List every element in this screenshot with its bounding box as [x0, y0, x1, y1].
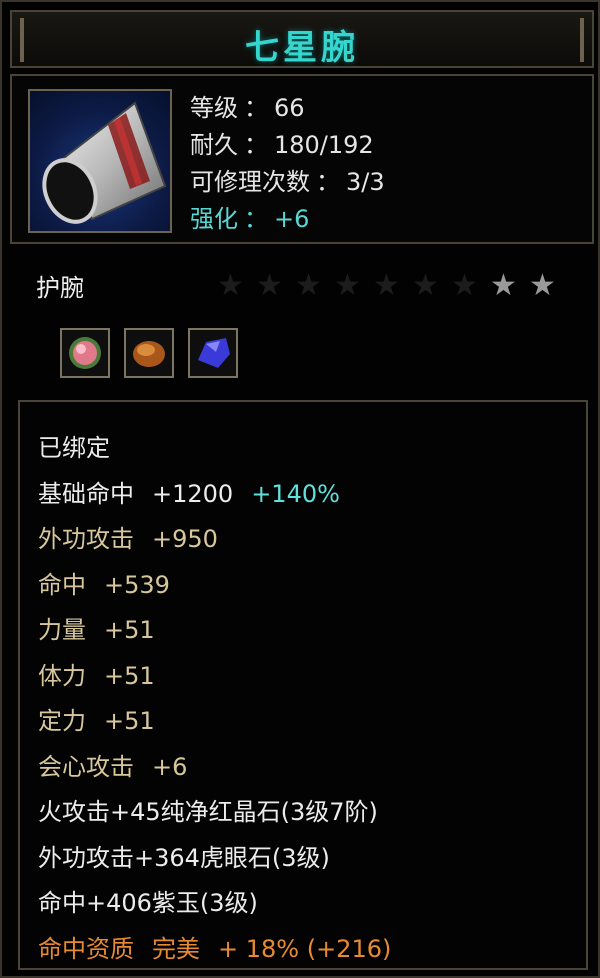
star-empty-icon: ★ [295, 268, 322, 303]
item-title: 七星腕 [245, 28, 359, 68]
attribute-list: 已绑定 基础命中 +1200 +140% 外功攻击 +950 命中 +539 力量 +51… [38, 428, 391, 974]
repair-value: 3/3 [346, 168, 385, 196]
enhance-row: 强化： +6 [190, 205, 310, 233]
star-filled-icon: ★ [529, 268, 556, 303]
durability-value: 180/192 [274, 131, 374, 159]
level-value: 66 [274, 94, 305, 122]
enhance-label: 强化 [190, 205, 238, 233]
quality-row: 命中资质 完美 + 18% (+216) [38, 934, 392, 963]
attribute-panel: 已绑定 基础命中 +1200 +140% 外功攻击 +950 命中 +539 力量 +51… [18, 400, 588, 970]
repair-label: 可修理次数 [190, 168, 310, 196]
title-bar: 七星腕 [10, 10, 594, 68]
strength-row: 力量 +51 [38, 616, 155, 644]
repair-row: 可修理次数： 3/3 [190, 168, 385, 196]
bracer-icon [28, 89, 172, 233]
item-header: 等级： 66 耐久： 180/192 可修理次数： 3/3 强化： +6 [10, 74, 594, 244]
durability-row: 耐久： 180/192 [190, 131, 374, 159]
star-empty-icon: ★ [373, 268, 400, 303]
tiger-eye-stone-icon[interactable] [124, 328, 174, 378]
star-empty-icon: ★ [217, 268, 244, 303]
ext-attack-row: 外功攻击 +950 [38, 525, 218, 553]
item-subtype: 护腕 [36, 274, 84, 302]
gem-bonus-1: 火攻击+45纯净红晶石(3级7阶) [38, 798, 378, 826]
gem-sockets [60, 328, 238, 378]
title-ornament-right [580, 18, 584, 62]
focus-row: 定力 +51 [38, 707, 155, 735]
star-empty-icon: ★ [256, 268, 283, 303]
durability-label: 耐久 [190, 131, 238, 159]
bound-status: 已绑定 [38, 434, 110, 462]
star-empty-icon: ★ [451, 268, 478, 303]
star-filled-icon: ★ [490, 268, 517, 303]
purple-jade-icon[interactable] [188, 328, 238, 378]
item-tooltip: 七星腕 等级： 66 耐久 ： 180/192 可修理次数 ： 3/3 强化 ：… [0, 0, 600, 978]
crit-row: 会心攻击 +6 [38, 752, 188, 781]
gem-bonus-2: 外功攻击+364虎眼石(3级) [38, 843, 330, 872]
hit-row: 命中 +539 [38, 570, 170, 599]
enhance-value: +6 [274, 205, 310, 233]
level-label: 等级 [190, 94, 238, 122]
gem-bonus-3: 命中+406紫玉(3级) [38, 889, 258, 917]
vitality-row: 体力 +51 [38, 661, 155, 690]
pink-gem-icon[interactable] [60, 328, 110, 378]
base-hit-row: 基础命中 +1200 +140% [38, 479, 340, 508]
level-row: 等级： 66 [190, 94, 305, 122]
base-hit-bonus: +140% [251, 479, 340, 508]
stat-block: 等级： 66 耐久： 180/192 可修理次数： 3/3 强化： +6 [190, 90, 385, 238]
star-empty-icon: ★ [334, 268, 361, 303]
star-rating: ★ ★ ★ ★ ★ ★ ★ ★ ★ [214, 270, 559, 302]
star-empty-icon: ★ [412, 268, 439, 303]
